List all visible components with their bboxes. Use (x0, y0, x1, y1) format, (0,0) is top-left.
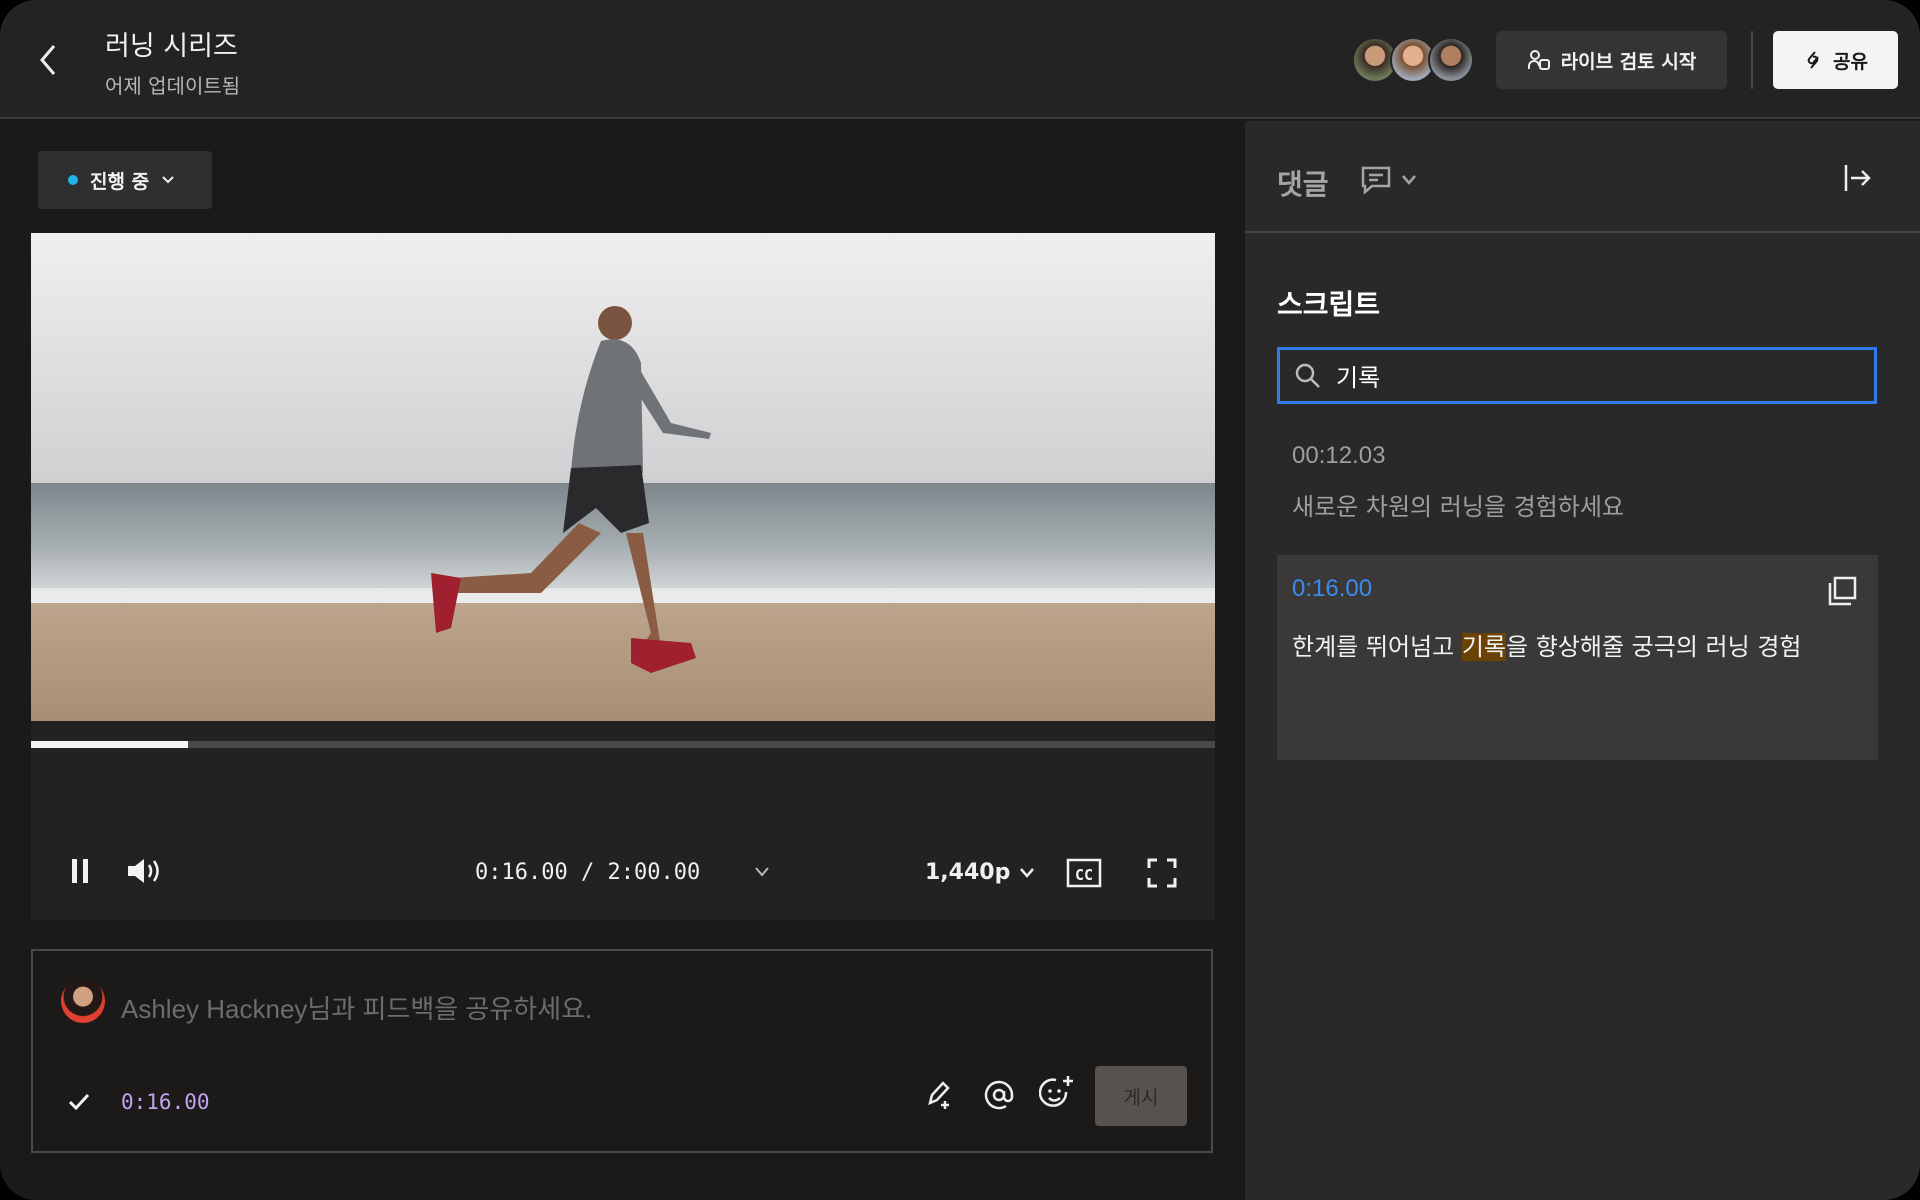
collapse-panel-icon[interactable] (1843, 163, 1873, 193)
volume-icon[interactable] (126, 856, 162, 886)
comment-composer: Ashley Hackney님과 피드백을 공유하세요. 0:16.00 게시 (31, 949, 1213, 1153)
chevron-left-icon (30, 38, 70, 82)
search-match-highlight: 기록 (1462, 633, 1506, 661)
emoji-add-icon[interactable] (1039, 1075, 1075, 1111)
duration: 2:00.00 (607, 860, 700, 885)
chevron-down-icon[interactable] (753, 865, 771, 879)
status-dropdown[interactable]: 진행 중 (38, 151, 212, 209)
users-icon (1527, 48, 1551, 72)
section-title: 스크립트 (1277, 283, 1380, 323)
copy-icon[interactable] (1826, 575, 1858, 607)
pause-icon[interactable] (69, 856, 93, 886)
search-icon (1294, 362, 1322, 390)
share-button[interactable]: 공유 (1773, 31, 1898, 89)
search-input[interactable] (1336, 362, 1856, 390)
chevron-down-icon (1400, 174, 1418, 186)
result-text: 한계를 뛰어넘고 기록을 향상해줄 궁극의 러닝 경험 (1292, 627, 1801, 662)
start-live-review-label: 라이브 검토 시작 (1561, 47, 1697, 74)
progress-track[interactable] (31, 741, 1215, 748)
chevron-down-icon (1018, 867, 1036, 879)
result-text: 새로운 차원의 러닝을 경험하세요 (1292, 487, 1624, 522)
video-controls: 0:16.00 / 2:00.00 1,440p CC (31, 721, 1215, 920)
panel-title: 댓글 (1277, 163, 1329, 203)
svg-text:CC: CC (1075, 866, 1093, 884)
result-text-before: 한계를 뛰어넘고 (1292, 633, 1462, 661)
transcript-result-active[interactable]: 0:16.00 한계를 뛰어넘고 기록을 향상해줄 궁극의 러닝 경험 (1277, 555, 1878, 760)
mention-icon[interactable] (983, 1079, 1015, 1111)
result-time[interactable]: 0:16.00 (1292, 575, 1372, 603)
result-time: 00:12.03 (1292, 442, 1385, 470)
start-live-review-button[interactable]: 라이브 검토 시작 (1496, 31, 1727, 89)
status-label: 진행 중 (90, 167, 149, 194)
quality-label: 1,440p (925, 860, 1010, 885)
video-frame[interactable] (31, 233, 1215, 721)
chevron-down-icon (161, 175, 175, 185)
result-text-after: 을 향상해줄 궁극의 러닝 경험 (1506, 633, 1801, 661)
avatar[interactable] (1428, 37, 1474, 83)
comment-filter-dropdown[interactable] (1360, 165, 1418, 195)
quality-dropdown[interactable]: 1,440p (925, 860, 1036, 885)
viewer-panel: 진행 중 (0, 121, 1245, 1200)
time-separator: / (581, 860, 594, 885)
panel-header: 댓글 (1245, 121, 1920, 233)
page-title: 러닝 시리즈 (105, 24, 238, 63)
post-button[interactable]: 게시 (1095, 1066, 1187, 1126)
fullscreen-icon[interactable] (1147, 858, 1177, 888)
comments-panel: 댓글 스크립트 00:12.03 새로운 차원의 러닝을 경험하세요 0:16.… (1245, 121, 1920, 1200)
share-label: 공유 (1833, 47, 1868, 74)
collaborator-avatars[interactable] (1352, 37, 1466, 83)
progress-fill (31, 741, 188, 748)
divider (1751, 31, 1753, 89)
avatar (61, 979, 105, 1023)
back-button[interactable] (30, 38, 70, 82)
current-time: 0:16.00 (475, 860, 568, 885)
time-display: 0:16.00 / 2:00.00 (475, 860, 700, 885)
page-subtitle: 어제 업데이트됨 (105, 70, 240, 99)
app-window: 러닝 시리즈 어제 업데이트됨 라이브 검토 시작 공유 진행 중 (0, 0, 1920, 1200)
comment-timestamp[interactable]: 0:16.00 (121, 1090, 210, 1114)
header: 러닝 시리즈 어제 업데이트됨 라이브 검토 시작 공유 (0, 0, 1920, 119)
transcript-search[interactable] (1277, 347, 1877, 404)
status-dot-icon (68, 175, 78, 185)
checkmark-icon[interactable] (67, 1091, 91, 1113)
comment-icon (1360, 165, 1392, 195)
link-icon (1803, 49, 1823, 71)
comment-input[interactable]: Ashley Hackney님과 피드백을 공유하세요. (121, 989, 592, 1026)
draw-icon[interactable] (925, 1079, 955, 1111)
video-image (31, 233, 1215, 721)
closed-captions-icon[interactable]: CC (1066, 858, 1102, 888)
